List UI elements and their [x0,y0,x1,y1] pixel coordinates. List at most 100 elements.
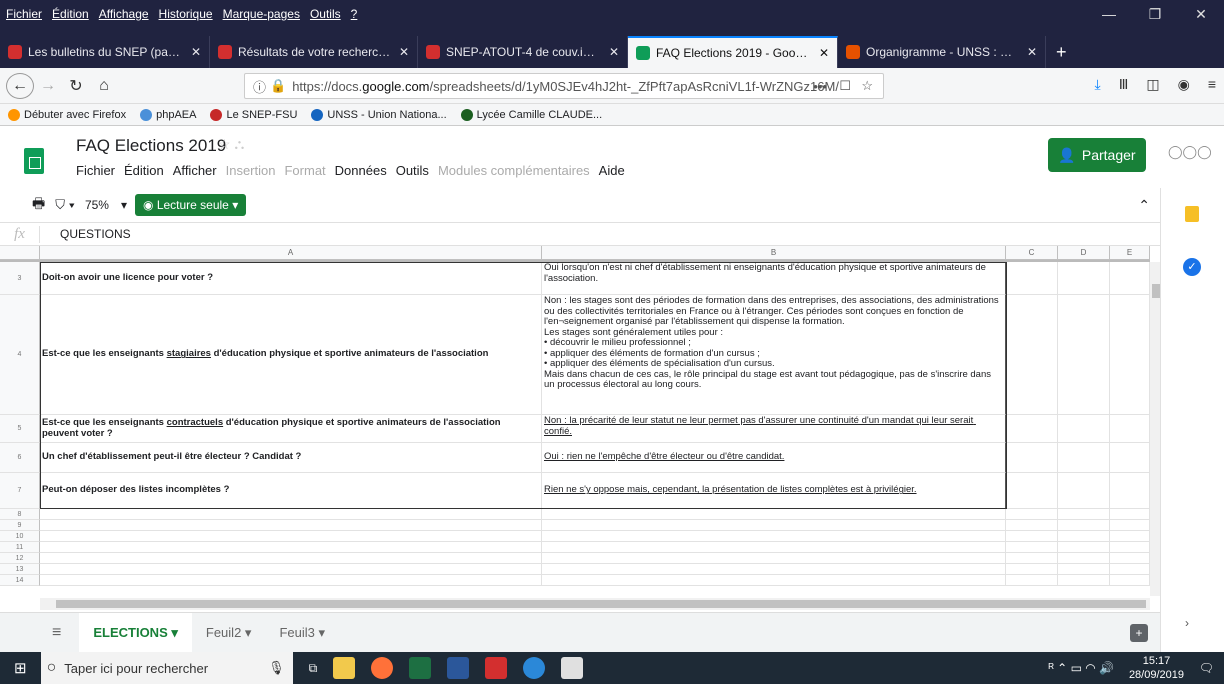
empty-cell[interactable] [1058,531,1110,542]
restore-icon[interactable]: ❐ [1132,6,1178,23]
keep-icon[interactable] [1185,206,1199,222]
bookmark-item[interactable]: phpAEA [140,108,196,121]
empty-cell[interactable] [1058,262,1110,295]
empty-cell[interactable] [1006,575,1058,586]
empty-cell[interactable] [40,509,542,520]
sheet-tab-feuil3[interactable]: Feuil3 ▾ [265,613,339,653]
taskbar-clock[interactable]: 15:17 28/09/2019 [1129,654,1184,682]
menu-aide[interactable]: ? [345,0,362,21]
formula-value[interactable]: QUESTIONS [40,227,131,241]
photos-icon[interactable] [561,657,584,679]
column-header[interactable]: E [1110,246,1150,260]
row-header[interactable]: 12 [0,553,40,564]
url-bar[interactable]: ⓘ 🔒 https://docs. google.com/spreadsheets… [244,73,884,99]
row-header[interactable]: 10 [0,531,40,542]
back-icon[interactable]: ← [6,72,34,99]
empty-cell[interactable] [1110,509,1150,520]
docs-menu-item[interactable]: Insertion [226,163,276,178]
empty-cell[interactable] [40,520,542,531]
info-icon[interactable]: ⓘ [253,77,266,96]
sheets-logo-icon[interactable] [24,148,44,174]
empty-cell[interactable] [1110,415,1150,443]
answer-cell[interactable]: Rien ne s'y oppose mais, cependant, la p… [542,473,1006,509]
empty-cell[interactable] [1110,520,1150,531]
microphone-icon[interactable]: 🎙 [268,660,285,676]
hamburger-menu-icon[interactable]: ≡ [1208,76,1216,93]
empty-cell[interactable] [40,531,542,542]
more-icon[interactable]: ••• [813,79,827,94]
empty-cell[interactable] [1006,473,1058,509]
explore-icon[interactable]: + [1130,623,1148,642]
menu-fichier[interactable]: Fichier [0,0,46,21]
sheet-tab-elections[interactable]: ELECTIONS ▾ [79,612,192,653]
bookmark-item[interactable]: UNSS - Union Nationa... [311,108,447,121]
docs-menu-item[interactable]: Afficher [173,163,217,178]
reload-icon[interactable]: ↻ [62,76,90,96]
empty-cell[interactable] [1006,531,1058,542]
menu-marque-pages[interactable]: Marque-pages [217,0,304,21]
empty-cell[interactable] [1058,520,1110,531]
new-tab-icon[interactable]: + [1046,36,1077,68]
bookmark-star-icon[interactable]: ☆ [861,78,873,94]
empty-cell[interactable] [542,564,1006,575]
browser-tab[interactable]: Les bulletins du SNEP (page d'a✕ [0,36,210,68]
empty-cell[interactable] [1058,295,1110,415]
corner-cell[interactable] [0,246,40,260]
acrobat-icon[interactable] [485,657,508,679]
empty-cell[interactable] [1110,542,1150,553]
word-icon[interactable] [447,657,470,679]
empty-cell[interactable] [542,553,1006,564]
column-header[interactable]: B [542,246,1006,260]
tab-close-icon[interactable]: ✕ [183,45,201,59]
star-icon[interactable]: ☆ ⛬ [218,136,244,153]
horizontal-scroll-thumb[interactable] [56,600,1146,608]
docs-menu-item[interactable]: Aide [599,163,625,178]
bookmark-item[interactable]: Le SNEP-FSU [210,108,297,121]
empty-cell[interactable] [1110,531,1150,542]
docs-menu-item[interactable]: Modules complémentaires [438,163,590,178]
empty-cell[interactable] [1058,553,1110,564]
answer-cell[interactable]: Oui lorsqu'on n'est ni chef d'établissem… [542,262,1006,295]
empty-cell[interactable] [542,520,1006,531]
empty-cell[interactable] [1006,295,1058,415]
sidebar-icon[interactable]: ◫ [1146,76,1159,93]
empty-cell[interactable] [1006,443,1058,473]
zoom-dropdown-icon[interactable]: ▾ [121,198,127,212]
docs-menu-item[interactable]: Édition [124,163,164,178]
taskbar-search[interactable]: ○ Taper ici pour rechercher 🎙 [40,652,293,684]
answer-cell[interactable]: Non : la précarité de leur statut ne leu… [542,415,1006,443]
empty-cell[interactable] [40,575,542,586]
empty-cell[interactable] [1110,295,1150,415]
document-title[interactable]: FAQ Elections 2019 [76,136,226,156]
empty-cell[interactable] [1006,509,1058,520]
browser-tab[interactable]: Résultats de votre recherche su ✕ [210,36,418,68]
row-header[interactable]: 3 [0,262,40,295]
collapse-icon[interactable]: ⌃ [1138,197,1150,214]
extension-icon[interactable]: ◉ [1178,76,1190,93]
empty-cell[interactable] [40,553,542,564]
empty-cell[interactable] [1058,443,1110,473]
empty-cell[interactable] [1006,262,1058,295]
empty-cell[interactable] [1058,473,1110,509]
pocket-icon[interactable]: ☐ [839,78,851,94]
tab-close-icon[interactable]: ✕ [601,45,619,59]
answer-cell[interactable]: Oui : rien ne l'empêche d'être électeur … [542,443,1006,473]
docs-menu-item[interactable]: Outils [396,163,429,178]
question-cell[interactable]: Peut-on déposer des listes incomplètes ? [40,473,542,509]
row-header[interactable]: 8 [0,509,40,520]
bookmark-item[interactable]: Lycée Camille CLAUDE... [460,108,602,121]
docs-menu-item[interactable]: Données [335,163,387,178]
empty-cell[interactable] [1006,564,1058,575]
tasks-icon[interactable]: ✓ [1183,258,1201,276]
tab-close-icon[interactable]: ✕ [1019,45,1037,59]
empty-cell[interactable] [542,575,1006,586]
empty-cell[interactable] [40,564,542,575]
home-icon[interactable]: ⌂ [90,77,118,95]
firefox-icon[interactable] [371,657,394,679]
file-explorer-icon[interactable] [333,657,356,679]
empty-cell[interactable] [1058,564,1110,575]
empty-cell[interactable] [1110,262,1150,295]
empty-cell[interactable] [1006,553,1058,564]
forward-icon[interactable]: → [34,77,62,95]
task-view-icon[interactable]: ⧉ [309,661,318,676]
